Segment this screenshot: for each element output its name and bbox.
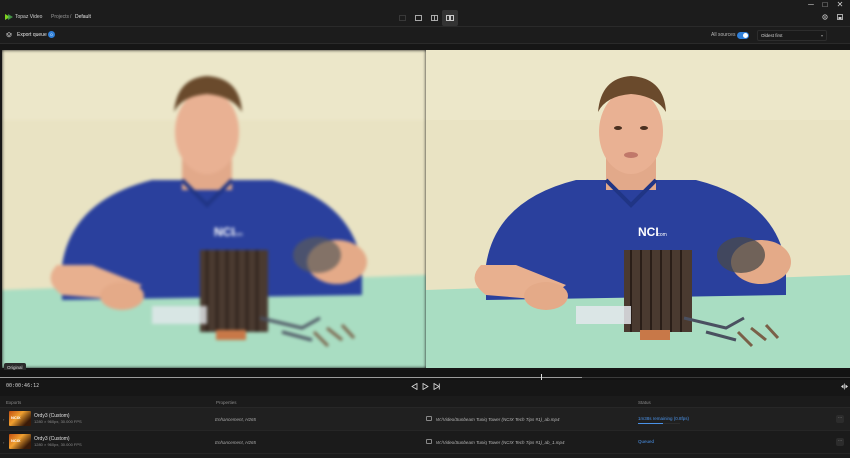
export-queue-bar: Export queue 0 All sources Oldest first … xyxy=(0,27,850,44)
timeline-buffered xyxy=(0,377,583,378)
export-properties: Enhancement, H265 xyxy=(215,417,257,422)
gear-icon[interactable] xyxy=(822,14,828,20)
play-icon xyxy=(422,382,429,390)
sort-order-select[interactable]: Oldest first ▾ xyxy=(757,30,827,41)
exports-header: Exports Properties Status xyxy=(0,396,850,408)
export-queue-count-badge: 0 xyxy=(48,31,55,38)
export-meta: 1280 × 960px, 30.000 FPS xyxy=(34,442,82,447)
minimize-button[interactable]: ─ xyxy=(804,0,818,10)
layers-icon xyxy=(6,32,12,38)
comparison-viewer[interactable]: NCI .com NCI .com xyxy=(0,50,850,368)
overlay-view-icon xyxy=(414,15,422,21)
split-handle-icon xyxy=(840,383,848,389)
timeline-track[interactable] xyxy=(0,377,850,378)
breadcrumb-current[interactable]: Default xyxy=(75,14,91,20)
column-exports: Exports xyxy=(6,400,22,405)
single-view-icon xyxy=(398,15,406,21)
overlay-view-button[interactable] xyxy=(410,10,426,26)
enhanced-video-frame: NCI .com xyxy=(426,50,850,368)
previous-frame-button[interactable] xyxy=(409,381,419,391)
close-button[interactable]: ✕ xyxy=(833,0,847,10)
timeline-playhead[interactable] xyxy=(540,374,542,380)
step-forward-icon xyxy=(433,382,440,390)
side-by-side-view-button[interactable] xyxy=(442,10,458,26)
export-progress-fill xyxy=(638,423,664,424)
more-options-button[interactable]: ··· xyxy=(836,415,844,423)
next-frame-button[interactable] xyxy=(431,381,441,391)
export-meta: 1280 × 960px, 30.000 FPS xyxy=(34,419,82,424)
split-view-button[interactable] xyxy=(426,10,442,26)
save-icon[interactable] xyxy=(837,14,843,20)
chevron-right-icon[interactable]: › xyxy=(3,440,4,445)
export-row[interactable]: › NCIX Ordy3 (Custom) 1280 × 960px, 30.0… xyxy=(0,408,850,431)
topaz-logo-icon xyxy=(5,14,13,20)
folder-icon[interactable] xyxy=(426,439,432,444)
export-path[interactable]: W:/Video/Sunbeam Tuniq Tower (NCIX Tech … xyxy=(436,417,560,422)
split-handle-button[interactable] xyxy=(839,381,849,391)
timeline-area xyxy=(0,370,850,380)
export-properties: Enhancement, H265 xyxy=(215,440,257,445)
split-view-icon xyxy=(430,15,438,21)
export-path[interactable]: W:/Video/Sunbeam Tuniq Tower (NCIX Tech … xyxy=(436,440,565,445)
export-row[interactable]: › NCIX Ordy3 (Custom) 1280 × 960px, 30.0… xyxy=(0,431,850,454)
step-back-icon xyxy=(410,382,417,390)
export-thumbnail: NCIX xyxy=(9,434,31,449)
app-name: Topaz Video xyxy=(15,14,43,20)
all-sources-label: All sources xyxy=(711,32,736,38)
play-button[interactable] xyxy=(420,381,430,391)
export-queue-label[interactable]: Export queue xyxy=(17,32,47,38)
original-pane[interactable]: NCI .com xyxy=(2,50,426,368)
side-by-side-view-icon xyxy=(446,15,454,21)
original-video-frame: NCI .com xyxy=(2,50,426,368)
exports-panel: Exports Properties Status › NCIX Ordy3 (… xyxy=(0,396,850,458)
single-view-button[interactable] xyxy=(394,10,410,26)
sort-order-value: Oldest first xyxy=(761,33,783,38)
title-bar: Topaz Video Projects / Default ─ □ ✕ xyxy=(0,0,850,27)
chevron-down-icon: ▾ xyxy=(820,33,823,38)
breadcrumb-separator: / xyxy=(70,14,72,20)
export-status: 1m38s remaining (0.8fps) xyxy=(638,416,690,421)
all-sources-toggle[interactable] xyxy=(737,32,749,39)
column-status: Status xyxy=(638,400,651,405)
more-options-button[interactable]: ··· xyxy=(836,438,844,446)
export-status: Queued xyxy=(638,439,655,444)
timecode: 00:00:46:12 xyxy=(6,383,40,389)
shirt-logo-sub-left: .com xyxy=(232,232,243,238)
shirt-logo-sub-right: .com xyxy=(656,232,667,238)
enhanced-pane[interactable]: NCI .com xyxy=(426,50,850,368)
chevron-right-icon[interactable]: › xyxy=(3,417,4,422)
export-thumbnail: NCIX xyxy=(9,411,31,426)
breadcrumb-projects[interactable]: Projects xyxy=(51,14,69,20)
maximize-button[interactable]: □ xyxy=(818,0,832,10)
export-progress-bar xyxy=(638,423,680,424)
folder-icon[interactable] xyxy=(426,416,432,421)
column-properties: Properties xyxy=(216,400,237,405)
